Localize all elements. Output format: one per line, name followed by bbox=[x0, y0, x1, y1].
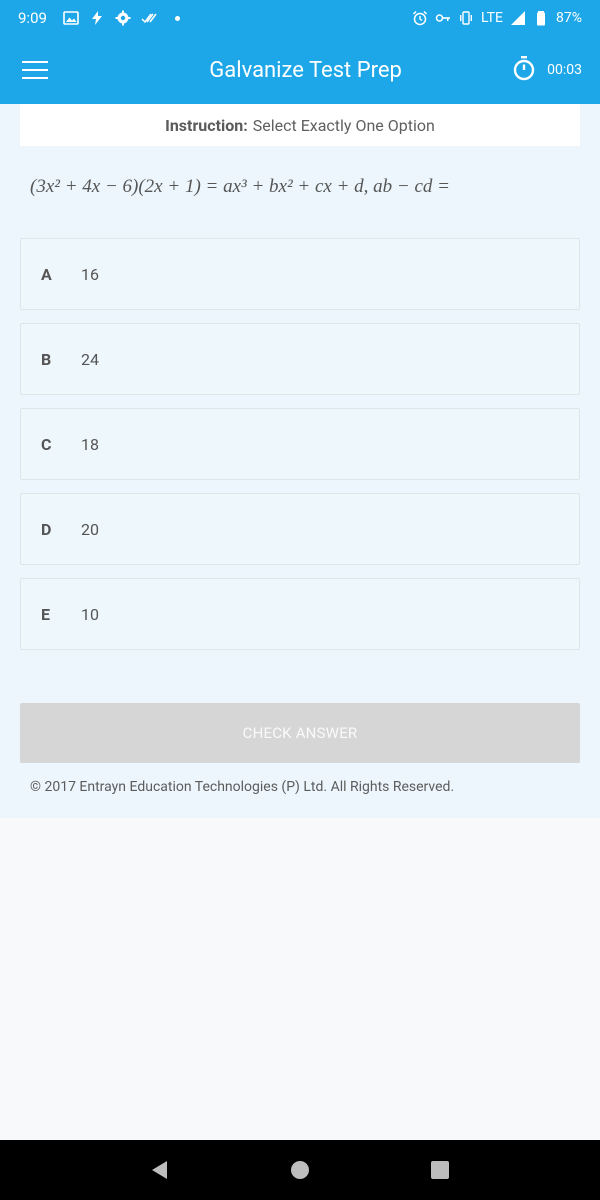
option-value: 20 bbox=[81, 519, 99, 539]
option-c[interactable]: C 18 bbox=[20, 408, 580, 480]
settings-icon bbox=[115, 10, 131, 26]
option-a[interactable]: A 16 bbox=[20, 238, 580, 310]
home-circle-icon bbox=[291, 1161, 309, 1179]
option-d[interactable]: D 20 bbox=[20, 493, 580, 565]
option-letter: D bbox=[41, 519, 52, 539]
option-letter: C bbox=[41, 434, 52, 454]
copyright-footer: © 2017 Entrayn Education Technologies (P… bbox=[30, 779, 455, 795]
option-value: 16 bbox=[81, 264, 99, 284]
timer: 00:03 bbox=[511, 55, 600, 85]
stopwatch-icon bbox=[511, 55, 537, 85]
app-bar: Galvanize Test Prep 00:03 bbox=[0, 36, 600, 104]
question-text: (3x² + 4x − 6)(2x + 1) = ax³ + bx² + cx … bbox=[30, 176, 451, 197]
menu-button[interactable] bbox=[0, 36, 70, 104]
vibrate-icon bbox=[458, 10, 474, 26]
status-bar: 9:09 LTE 87% bbox=[0, 0, 600, 36]
instruction-label: Instruction: bbox=[165, 115, 248, 135]
recents-button[interactable] bbox=[420, 1150, 460, 1190]
option-value: 24 bbox=[81, 349, 99, 369]
notification-dot-icon bbox=[174, 15, 180, 21]
timer-value: 00:03 bbox=[547, 62, 582, 78]
battery-icon bbox=[533, 10, 549, 26]
option-e[interactable]: E 10 bbox=[20, 578, 580, 650]
question-panel: Instruction: Select Exactly One Option (… bbox=[0, 104, 600, 818]
flash-icon bbox=[89, 10, 105, 26]
option-value: 18 bbox=[81, 434, 99, 454]
status-time: 9:09 bbox=[18, 9, 47, 27]
option-letter: E bbox=[41, 604, 50, 624]
image-icon bbox=[63, 10, 79, 26]
app-title: Galvanize Test Prep bbox=[209, 57, 402, 83]
vpn-key-icon bbox=[435, 10, 451, 26]
option-value: 10 bbox=[81, 604, 99, 624]
double-check-icon bbox=[141, 10, 157, 26]
home-button[interactable] bbox=[280, 1150, 320, 1190]
option-b[interactable]: B 24 bbox=[20, 323, 580, 395]
signal-icon bbox=[510, 10, 526, 26]
back-triangle-icon bbox=[152, 1161, 167, 1179]
instruction-text: Select Exactly One Option bbox=[252, 115, 435, 135]
instruction-bar: Instruction: Select Exactly One Option bbox=[20, 104, 580, 146]
recents-square-icon bbox=[431, 1161, 449, 1179]
back-button[interactable] bbox=[140, 1150, 180, 1190]
hamburger-icon bbox=[22, 61, 48, 79]
network-type: LTE bbox=[481, 10, 503, 26]
option-letter: A bbox=[41, 264, 52, 284]
alarm-icon bbox=[412, 10, 428, 26]
system-nav-bar bbox=[0, 1140, 600, 1200]
option-letter: B bbox=[41, 349, 52, 369]
options-list: A 16 B 24 C 18 D 20 E 10 bbox=[20, 238, 580, 663]
check-answer-button[interactable]: CHECK ANSWER bbox=[20, 703, 580, 763]
battery-percent: 87% bbox=[556, 10, 582, 26]
